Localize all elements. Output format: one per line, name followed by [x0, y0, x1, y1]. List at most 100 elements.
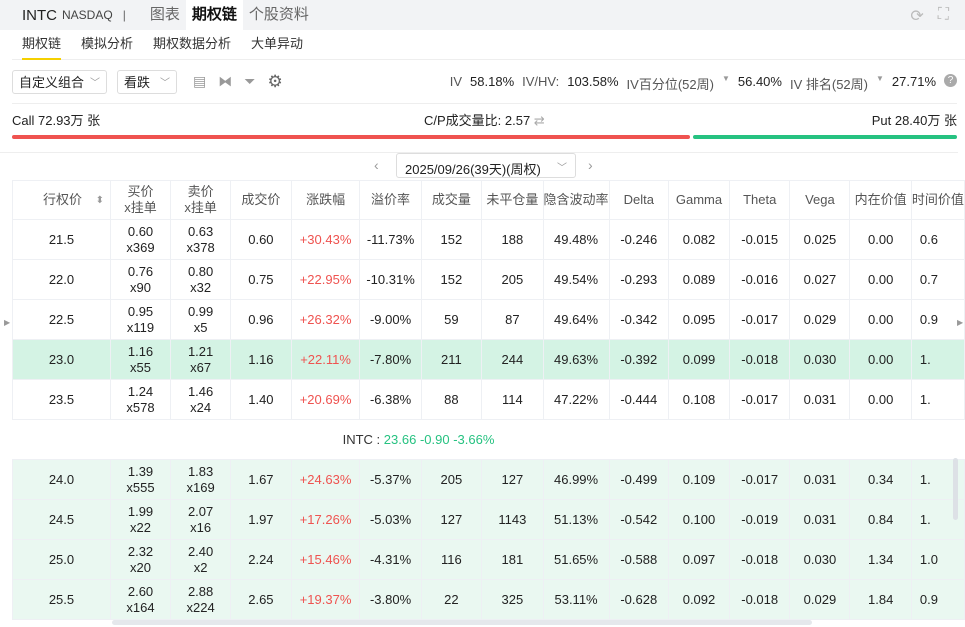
cp-ratio: C/P成交量比: 2.57 ⇄: [424, 110, 545, 129]
fullscreen-icon[interactable]: ⛶: [938, 6, 949, 26]
cell-vega: 0.025: [789, 219, 851, 260]
swap-icon[interactable]: ⇄: [534, 113, 545, 128]
filter-icon[interactable]: ⏷: [244, 73, 255, 90]
cell-ask: 0.99 x5: [170, 299, 232, 340]
cell-premium: -7.80%: [359, 339, 422, 380]
vertical-scrollbar[interactable]: [953, 458, 958, 520]
column-header-vega[interactable]: Vega: [789, 180, 851, 220]
bid-size: x369: [126, 239, 155, 255]
cell-delta: -0.588: [608, 539, 670, 580]
tab-stock-info[interactable]: 个股资料: [243, 0, 315, 30]
ivhv-value: 103.58%: [567, 74, 619, 89]
ask-size: x5: [193, 319, 208, 335]
collapse-right-icon[interactable]: ▶: [957, 318, 963, 327]
column-header-bid[interactable]: 买价 x挂单: [109, 180, 172, 220]
iv-percentile-label[interactable]: IV百分位(52周): [627, 74, 714, 93]
horizontal-scrollbar[interactable]: [112, 620, 812, 625]
column-header-implied-vol[interactable]: 隐含波动率: [542, 180, 610, 220]
column-header-intrinsic-value[interactable]: 内在价值: [849, 180, 912, 220]
table-row[interactable]: 21.5 0.60 x369 0.63 x378 0.60 +30.43% -11.73% 15…: [12, 219, 965, 260]
bid-size: x164: [126, 599, 155, 615]
table-row[interactable]: 22.5 0.95 x119 0.99 x5 0.96 +26.32% -9.00% 59 87 4…: [12, 299, 965, 340]
column-header-delta[interactable]: Delta: [608, 180, 670, 220]
subnav-simulation[interactable]: 模拟分析: [81, 30, 133, 60]
cell-volume: 205: [420, 459, 483, 500]
cell-vega: 0.031: [789, 499, 851, 540]
cell-last-price: 2.65: [230, 579, 292, 620]
cell-volume: 22: [420, 579, 483, 620]
cell-ask: 0.80 x32: [170, 259, 232, 300]
cell-time-value: 0.6: [910, 219, 965, 260]
prev-expiry-icon[interactable]: ‹: [374, 157, 379, 173]
tab-option-chain[interactable]: 期权链: [185, 0, 243, 30]
bid-size: x22: [130, 519, 151, 535]
subnav-option-chain[interactable]: 期权链: [22, 30, 62, 60]
cell-open-interest: 114: [481, 379, 544, 420]
subnav-block-trades[interactable]: 大单异动: [251, 30, 303, 60]
call-volume-bar: [12, 135, 691, 139]
help-icon[interactable]: ?: [944, 74, 957, 87]
cell-last-price: 0.60: [230, 219, 292, 260]
ask-price: 1.46: [187, 383, 214, 399]
table-row[interactable]: 24.5 1.99 x22 2.07 x16 1.97 +17.26% -5.03% 127 11…: [12, 499, 965, 540]
cell-vega: 0.029: [789, 579, 851, 620]
table-row[interactable]: 25.0 2.32 x20 2.40 x2 2.24 +15.46% -4.31% 116 181…: [12, 539, 965, 580]
column-header-gamma[interactable]: Gamma: [668, 180, 730, 220]
column-header-last-price[interactable]: 成交价: [230, 180, 292, 220]
tab-chart[interactable]: 图表: [144, 0, 186, 30]
cell-change: +19.37%: [290, 579, 361, 620]
cell-volume: 152: [420, 259, 483, 300]
gear-icon[interactable]: ⚙: [267, 72, 282, 92]
table-row[interactable]: 23.5 1.24 x578 1.46 x24 1.40 +20.69% -6.38% 88 11…: [12, 379, 965, 420]
column-header-strike[interactable]: 行权价 ⬍: [12, 180, 111, 220]
collapse-left-icon[interactable]: ▶: [4, 318, 10, 327]
cp-ratio-bar: [12, 135, 957, 139]
column-header-change[interactable]: 涨跌幅: [290, 180, 361, 220]
ask-price: 2.40: [187, 543, 214, 559]
column-header-text: Theta: [743, 192, 777, 207]
refresh-icon[interactable]: ⟳: [910, 6, 923, 26]
cell-strike: 23.5: [12, 379, 111, 420]
bid-price: 1.39: [127, 463, 154, 479]
column-header-open-interest[interactable]: 未平仓量: [481, 180, 544, 220]
table-row[interactable]: 24.0 1.39 x555 1.83 x169 1.67 +24.63% -5.37% 205…: [12, 459, 965, 500]
direction-select[interactable]: 看跌 ﹀: [117, 69, 178, 94]
iv-value: 58.18%: [470, 74, 515, 89]
iv-rank-label[interactable]: IV 排名(52周): [790, 74, 868, 93]
next-expiry-icon[interactable]: ›: [588, 157, 593, 173]
cell-open-interest: 325: [481, 579, 544, 620]
expiry-select[interactable]: 2025/09/26(39天)(周权) ﹀: [396, 153, 576, 178]
table-row[interactable]: 23.0 1.16 x55 1.21 x67 1.16 +22.11% -7.80% 211 24…: [12, 339, 965, 380]
cell-open-interest: 188: [481, 219, 544, 260]
cell-premium: -6.38%: [359, 379, 422, 420]
column-header-time-value[interactable]: 时间价值: [910, 180, 965, 220]
column-header-volume[interactable]: 成交量: [420, 180, 483, 220]
cell-delta: -0.444: [608, 379, 670, 420]
cell-vega: 0.030: [789, 339, 851, 380]
column-header-text: 内在价值: [854, 192, 907, 207]
column-header-theta[interactable]: Theta: [728, 180, 791, 220]
ask-price: 2.07: [187, 503, 214, 519]
combo-select[interactable]: 自定义组合 ﹀: [12, 69, 108, 94]
column-header-ask[interactable]: 卖价 x挂单: [170, 180, 232, 220]
sort-icon[interactable]: ⬍: [96, 193, 104, 209]
layout-icon[interactable]: ▤: [193, 73, 206, 90]
ask-price: 0.63: [187, 223, 214, 239]
ask-price: 1.83: [187, 463, 214, 479]
cell-premium: -9.00%: [359, 299, 422, 340]
compare-icon[interactable]: ⧓: [218, 73, 232, 90]
underlying-price: 23.66: [383, 432, 417, 447]
cell-bid: 0.60 x369: [109, 219, 172, 260]
table-row[interactable]: 25.5 2.60 x164 2.88 x224 2.65 +19.37% -3.80% 22 3…: [12, 579, 965, 620]
underlying-change-pct: -3.66%: [453, 432, 495, 447]
table-row[interactable]: 22.0 0.76 x90 0.80 x32 0.75 +22.95% -10.31% 152 2…: [12, 259, 965, 300]
caret-down-icon[interactable]: ▼: [876, 74, 884, 93]
cell-time-value: 0.7: [910, 259, 965, 300]
caret-down-icon[interactable]: ▼: [722, 74, 730, 93]
cell-implied-vol: 51.65%: [542, 539, 610, 580]
chevron-down-icon: ﹀: [90, 78, 101, 89]
column-header-text: 未平仓量: [486, 192, 539, 207]
bid-size: x119: [126, 319, 155, 335]
subnav-option-data[interactable]: 期权数据分析: [153, 30, 231, 60]
column-header-premium[interactable]: 溢价率: [359, 180, 422, 220]
